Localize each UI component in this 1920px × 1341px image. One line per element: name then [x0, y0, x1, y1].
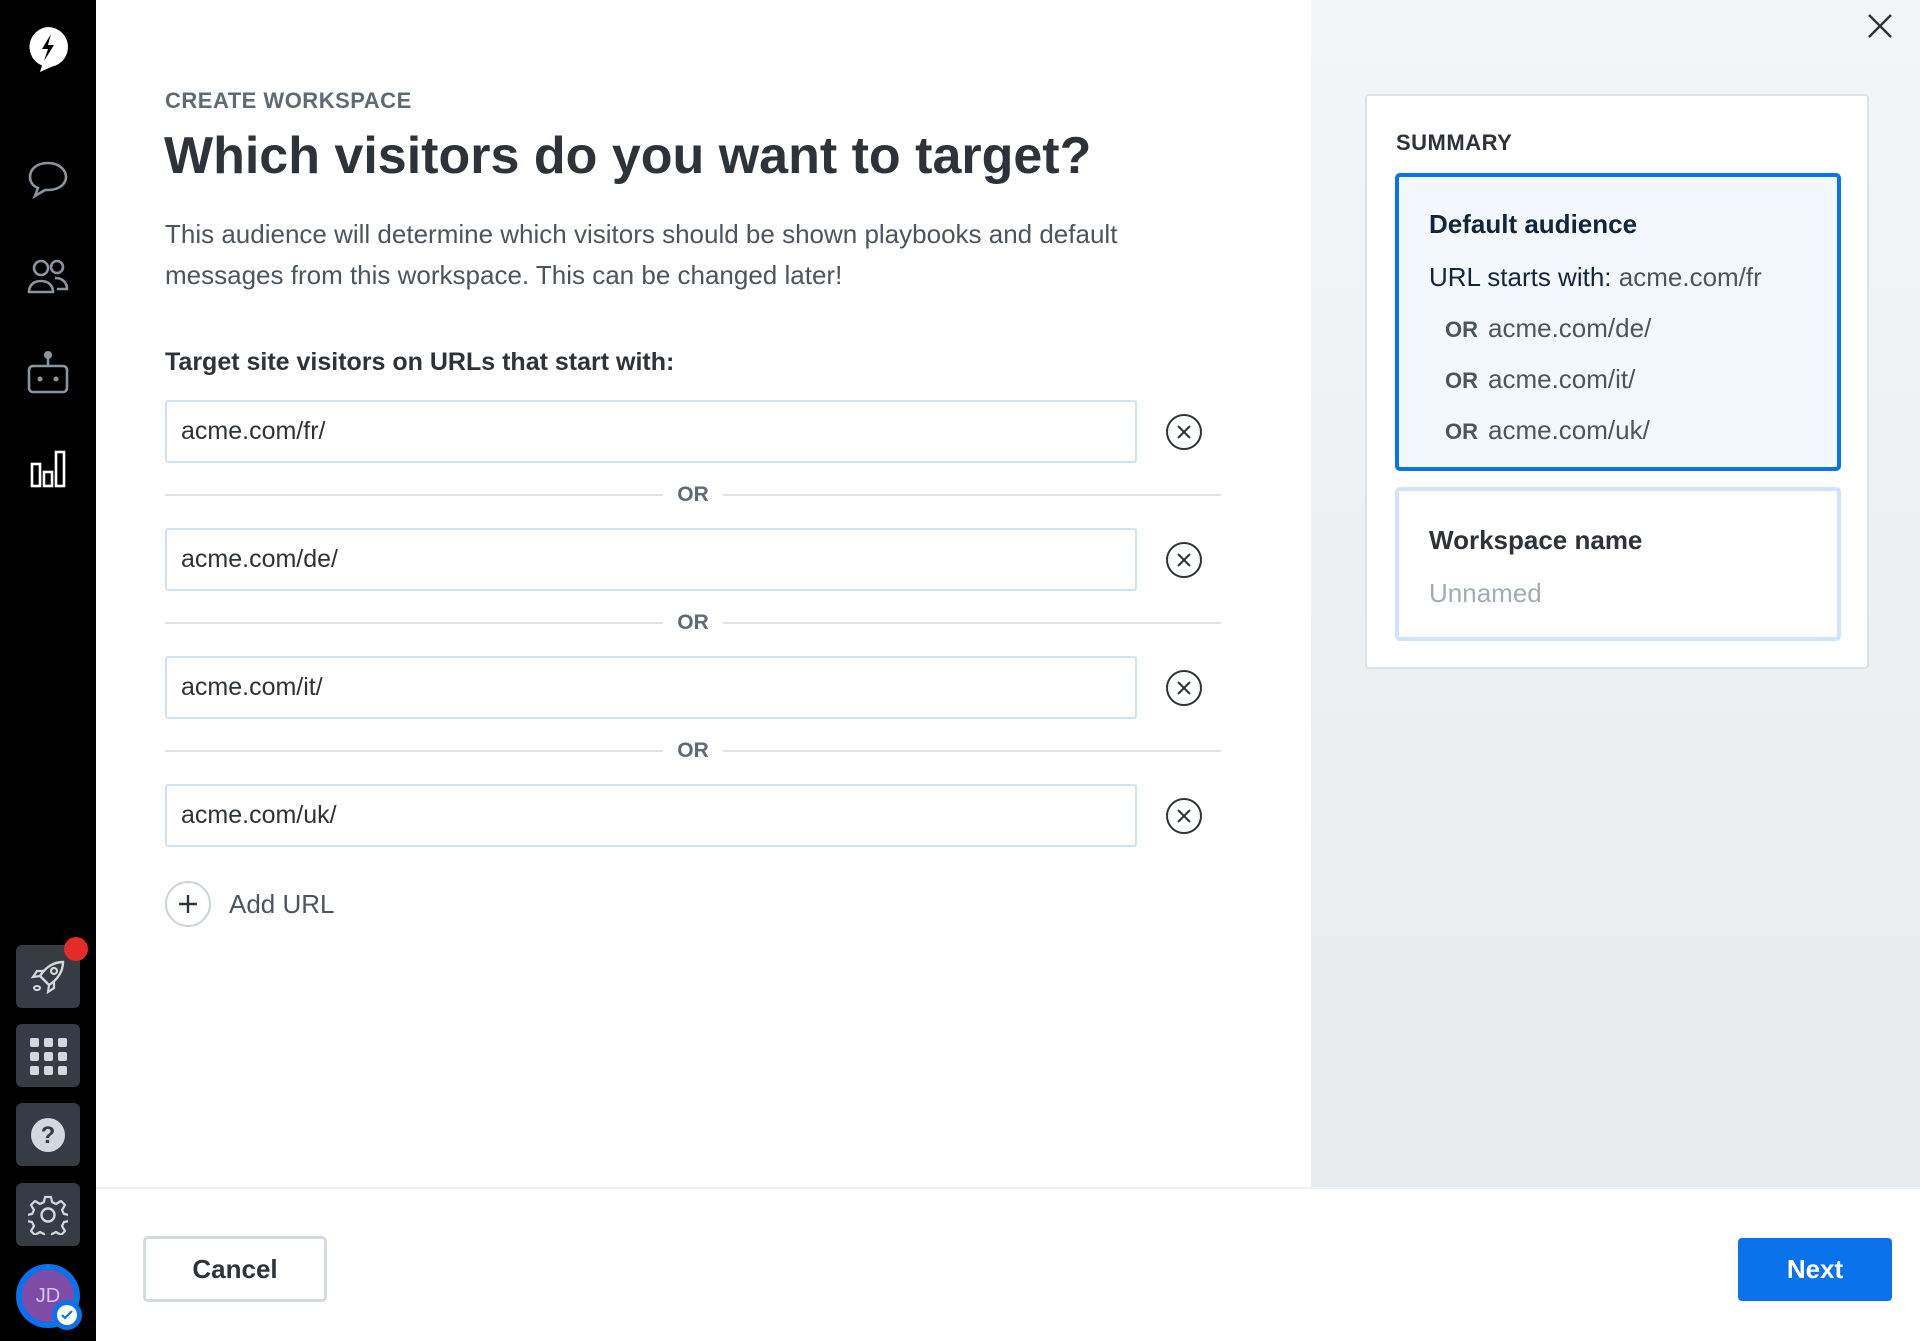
add-url-label: Add URL: [229, 888, 335, 919]
close-circle-icon: [1177, 425, 1191, 439]
close-icon: [1868, 14, 1892, 38]
logo-icon[interactable]: [24, 25, 72, 73]
footer: Cancel Next: [96, 1187, 1920, 1341]
summary-card: SUMMARY Default audience URL starts with…: [1365, 94, 1869, 669]
cancel-button[interactable]: Cancel: [143, 1236, 327, 1302]
sidebar: ? JD: [0, 0, 96, 1341]
launch-button[interactable]: [16, 937, 88, 1008]
eyebrow: CREATE WORKSPACE: [165, 88, 412, 113]
audience-or-url: OR acme.com/de/: [1445, 313, 1652, 343]
people-icon[interactable]: [24, 252, 72, 300]
or-separator: OR: [165, 483, 1221, 507]
audience-or-url: OR acme.com/it/: [1445, 364, 1636, 394]
close-circle-icon: [1177, 553, 1191, 567]
apps-grid-icon: [30, 1037, 67, 1075]
audience-first-url: URL starts with: acme.com/fr: [1429, 262, 1762, 292]
settings-button[interactable]: [16, 1183, 80, 1246]
chat-icon[interactable]: [24, 156, 72, 204]
default-audience-section[interactable]: Default audience URL starts with: acme.c…: [1395, 173, 1841, 471]
add-url-button[interactable]: Add URL: [165, 881, 335, 927]
gear-icon: [28, 1195, 68, 1235]
url-input[interactable]: [165, 528, 1137, 591]
close-circle-icon: [1177, 681, 1191, 695]
url-input[interactable]: [165, 656, 1137, 719]
help-icon: ?: [31, 1117, 65, 1152]
create-workspace-form: CREATE WORKSPACE Which visitors do you w…: [96, 0, 1311, 1187]
workspace-name-value: Unnamed: [1429, 578, 1542, 608]
audience-or-url: OR acme.com/uk/: [1445, 415, 1650, 445]
url-input[interactable]: [165, 784, 1137, 847]
avatar[interactable]: JD: [16, 1264, 82, 1330]
workspace-name-title: Workspace name: [1429, 525, 1643, 555]
audience-title: Default audience: [1429, 209, 1638, 239]
summary-heading: SUMMARY: [1396, 130, 1513, 155]
or-separator: OR: [165, 611, 1221, 635]
remove-url-button[interactable]: [1166, 414, 1202, 450]
field-label: Target site visitors on URLs that start …: [165, 348, 675, 376]
plus-icon: [165, 881, 211, 927]
chart-icon[interactable]: [24, 445, 72, 493]
notification-badge: [64, 937, 88, 961]
workspace-name-section[interactable]: Workspace name Unnamed: [1395, 487, 1841, 641]
svg-text:?: ?: [41, 1122, 56, 1149]
help-button[interactable]: ?: [16, 1103, 80, 1166]
verified-check-icon: [52, 1300, 82, 1330]
remove-url-button[interactable]: [1166, 670, 1202, 706]
close-circle-icon: [1177, 809, 1191, 823]
description: This audience will determine which visit…: [165, 219, 1118, 290]
page-title: Which visitors do you want to target?: [164, 127, 1092, 185]
remove-url-button[interactable]: [1166, 798, 1202, 834]
url-input[interactable]: [165, 400, 1137, 463]
close-button[interactable]: [1864, 10, 1896, 42]
bot-icon[interactable]: [24, 349, 72, 397]
or-separator: OR: [165, 739, 1221, 763]
remove-url-button[interactable]: [1166, 542, 1202, 578]
rocket-icon: [30, 960, 65, 994]
apps-button[interactable]: [16, 1024, 80, 1087]
next-button[interactable]: Next: [1738, 1238, 1892, 1301]
